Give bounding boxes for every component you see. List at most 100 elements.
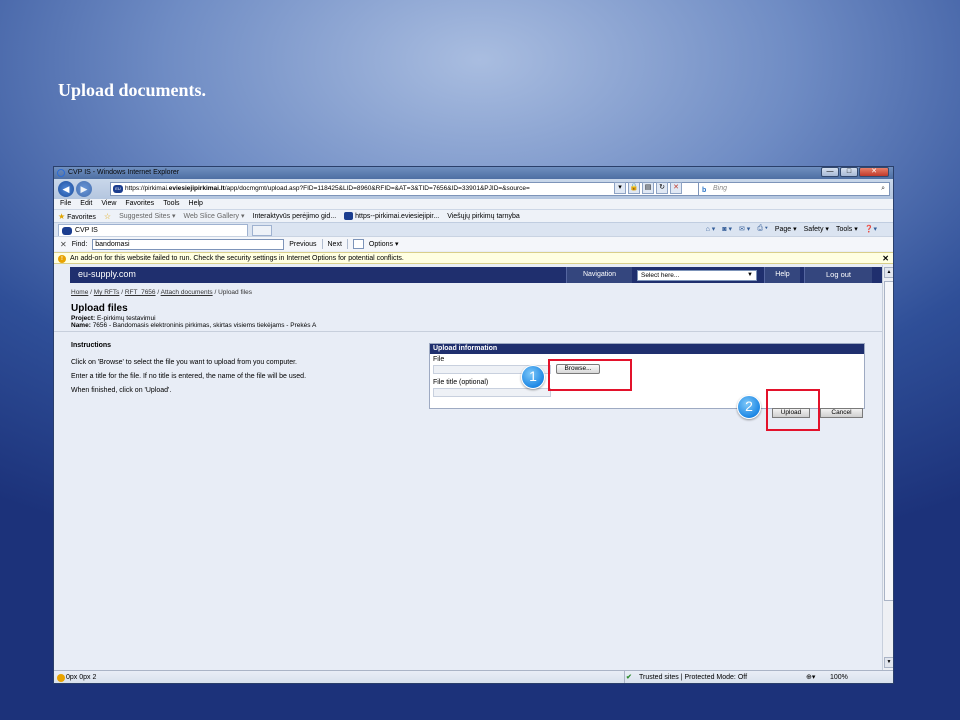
new-tab-button[interactable] <box>252 225 272 236</box>
address-icons: ▾ 🔒 ▤ ↻ ✕ <box>614 182 682 194</box>
tab-favicon-icon <box>62 227 72 235</box>
bing-icon: b <box>702 187 707 194</box>
fav-pirkimai[interactable]: https--pirkimai.eviesiejipir... <box>344 212 439 220</box>
close-find-icon[interactable]: ✕ <box>60 240 67 249</box>
search-icon[interactable]: ⌕ <box>881 183 885 195</box>
add-favorite-icon[interactable]: ☆ <box>104 212 111 221</box>
help-icon[interactable]: ❓▾ <box>865 225 877 233</box>
site-favicon-icon: EU <box>113 185 123 193</box>
instructions-heading: Instructions <box>71 342 112 349</box>
mail-icon[interactable]: ✉ ▾ <box>739 225 750 233</box>
zoom-level[interactable]: 100% <box>830 671 848 683</box>
menu-favorites[interactable]: Favorites <box>125 199 154 209</box>
feeds-icon[interactable]: ◙ ▾ <box>722 225 732 233</box>
scroll-thumb[interactable] <box>884 281 893 601</box>
divider <box>54 331 882 332</box>
url-prefix: https://pirkimai. <box>125 185 169 192</box>
site-logo[interactable]: eu-supply.com <box>78 269 136 279</box>
instruction-line: Enter a title for the file. If no title … <box>71 373 307 380</box>
find-bar: ✕ Find: bandomasi Previous Next Options … <box>54 236 893 251</box>
command-bar: ⌂ ▾ ◙ ▾ ✉ ▾ ⎙ ▾ Page ▾ Safety ▾ Tools ▾ … <box>706 225 877 233</box>
page-title: Upload files <box>71 303 128 314</box>
fav-interaktyvus[interactable]: Interaktyvūs perėjimo gid... <box>253 213 337 220</box>
scroll-down-icon[interactable]: ▼ <box>884 657 893 668</box>
instruction-line: Click on 'Browse' to select the file you… <box>71 359 298 366</box>
dropdown-icon[interactable]: ▾ <box>614 182 626 194</box>
ie-logo-icon <box>57 169 65 177</box>
status-warning-icon <box>57 674 65 682</box>
navigation-select[interactable]: Select here... ▼ <box>637 270 757 281</box>
find-next-button[interactable]: Next <box>328 241 342 248</box>
file-title-input[interactable] <box>433 388 551 397</box>
home-icon[interactable]: ⌂ ▾ <box>706 225 716 233</box>
security-zone[interactable]: Trusted sites | Protected Mode: Off <box>624 671 747 683</box>
find-options-button[interactable]: Options ▾ <box>369 240 399 248</box>
instruction-line: When finished, click on 'Upload'. <box>71 387 172 394</box>
information-bar[interactable]: ! An add-on for this website failed to r… <box>54 252 893 264</box>
name-label: Name: <box>71 322 91 329</box>
maximize-button[interactable]: □ <box>840 167 858 177</box>
tools-menu[interactable]: Tools ▾ <box>836 225 858 233</box>
back-button[interactable]: ◀ <box>58 181 74 197</box>
breadcrumb: Home / My RFTs / RFT_7656 / Attach docum… <box>71 289 253 296</box>
breadcrumb-attach-documents[interactable]: Attach documents <box>161 289 213 296</box>
warning-icon: ! <box>58 255 66 263</box>
breadcrumb-home[interactable]: Home <box>71 289 88 296</box>
zoom-icon[interactable]: ⊕▾ <box>806 671 815 683</box>
fav-pirkimai-label: https--pirkimai.eviesiejipir... <box>355 212 440 220</box>
fav-suggested-sites[interactable]: Suggested Sites ▾ <box>119 212 175 220</box>
highlight-browse-box <box>548 359 632 391</box>
vertical-scrollbar[interactable]: ▲ ▼ <box>882 265 893 670</box>
upload-panel-heading: Upload information <box>430 344 864 354</box>
browser-window: CVP IS - Windows Internet Explorer — □ ✕… <box>53 166 894 684</box>
file-label: File <box>433 356 445 363</box>
close-window-button[interactable]: ✕ <box>859 167 889 177</box>
find-separator <box>321 239 323 249</box>
breadcrumb-rft[interactable]: RFT_7656 <box>125 289 156 296</box>
forward-button[interactable]: ▶ <box>76 181 92 197</box>
menu-bar: File Edit View Favorites Tools Help <box>54 199 893 209</box>
project-value: E-pirkimų testavimui <box>97 315 156 322</box>
lock-icon[interactable]: 🔒 <box>628 182 640 194</box>
breadcrumb-my-rfts[interactable]: My RFTs <box>94 289 120 296</box>
search-input[interactable]: b Bing ⌕ <box>698 182 890 196</box>
stop-icon[interactable]: ✕ <box>670 182 682 194</box>
title-bar: CVP IS - Windows Internet Explorer — □ ✕ <box>54 167 893 179</box>
tab-row: CVP IS ⌂ ▾ ◙ ▾ ✉ ▾ ⎙ ▾ Page ▾ Safety ▾ T… <box>54 222 893 237</box>
menu-help[interactable]: Help <box>189 199 203 209</box>
find-separator <box>346 239 348 249</box>
menu-tools[interactable]: Tools <box>163 199 179 209</box>
find-label: Find: <box>71 240 88 248</box>
minimize-button[interactable]: — <box>821 167 839 177</box>
project-meta: Project: E-pirkimų testavimui Name: 7656… <box>71 315 316 329</box>
url-path: /app/docmgmt/upload.asp?FID=118425&LID=8… <box>224 185 530 192</box>
infobar-text: An add-on for this website failed to run… <box>70 255 404 262</box>
site-header: eu-supply.com Navigation Select here... … <box>70 267 882 283</box>
close-infobar-icon[interactable]: ✕ <box>882 253 889 264</box>
highlight-upload-box <box>766 389 820 431</box>
fav-vpt[interactable]: Viešųjų pirkimų tarnyba <box>447 213 520 220</box>
scroll-up-icon[interactable]: ▲ <box>884 267 893 278</box>
print-icon[interactable]: ⎙ ▾ <box>757 225 768 233</box>
page-menu[interactable]: Page ▾ <box>775 225 797 233</box>
favorites-bar: ★ Favorites ☆ Suggested Sites ▾ Web Slic… <box>54 209 893 222</box>
compat-icon[interactable]: ▤ <box>642 182 654 194</box>
menu-file[interactable]: File <box>60 199 71 209</box>
refresh-icon[interactable]: ↻ <box>656 182 668 194</box>
safety-menu[interactable]: Safety ▾ <box>804 225 829 233</box>
menu-edit[interactable]: Edit <box>80 199 92 209</box>
favorites-button[interactable]: ★ Favorites <box>58 212 96 221</box>
breadcrumb-current: Upload files <box>218 289 253 296</box>
cancel-button[interactable]: Cancel <box>820 408 863 418</box>
fav-web-slice-gallery[interactable]: Web Slice Gallery ▾ <box>184 212 245 220</box>
highlight-icon[interactable] <box>352 239 364 249</box>
file-title-label: File title (optional) <box>433 379 489 386</box>
help-link[interactable]: Help <box>764 267 800 283</box>
status-bar: 0px 0px 2 ✔ Trusted sites | Protected Mo… <box>54 670 893 683</box>
navigation-link[interactable]: Navigation <box>566 267 632 283</box>
menu-view[interactable]: View <box>101 199 116 209</box>
find-input[interactable]: bandomasi <box>92 238 285 250</box>
find-previous-button[interactable]: Previous <box>289 241 316 248</box>
tab-label: CVP IS <box>75 227 98 234</box>
logout-link[interactable]: Log out <box>804 267 872 283</box>
